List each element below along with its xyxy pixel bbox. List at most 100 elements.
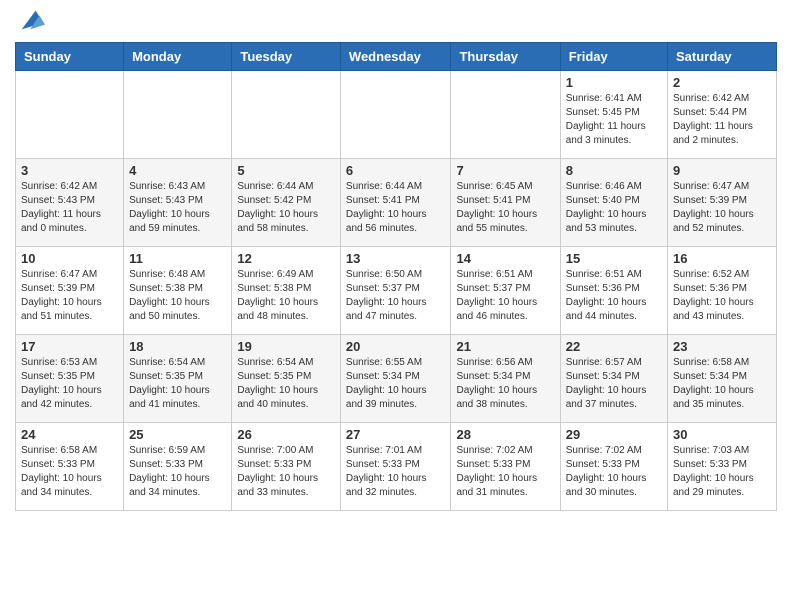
day-number: 13 (346, 251, 446, 266)
calendar-cell: 18 Sunrise: 6:54 AM Sunset: 5:35 PM Dayli… (124, 335, 232, 423)
calendar-cell: 9Sunrise: 6:47 AM Sunset: 5:39 PM Daylig… (668, 159, 777, 247)
day-number: 3 (21, 163, 118, 178)
calendar-cell: 11 Sunrise: 6:48 AM Sunset: 5:38 PM Dayli… (124, 247, 232, 335)
calendar-week-1: 1 Sunrise: 6:41 AM Sunset: 5:45 PM Daylig… (16, 71, 777, 159)
calendar-cell: 13 Sunrise: 6:50 AM Sunset: 5:37 PM Dayli… (340, 247, 451, 335)
calendar-cell: 17Sunrise: 6:53 AM Sunset: 5:35 PM Dayli… (16, 335, 124, 423)
day-number: 23 (673, 339, 771, 354)
day-number: 26 (237, 427, 335, 442)
day-number: 24 (21, 427, 118, 442)
calendar-cell: 19 Sunrise: 6:54 AM Sunset: 5:35 PM Dayli… (232, 335, 341, 423)
day-number: 4 (129, 163, 226, 178)
day-number: 20 (346, 339, 446, 354)
day-info: Sunrise: 7:02 AM Sunset: 5:33 PM Dayligh… (456, 444, 554, 500)
calendar-cell: 1 Sunrise: 6:41 AM Sunset: 5:45 PM Daylig… (560, 71, 667, 159)
calendar-header-tuesday: Tuesday (232, 43, 341, 71)
calendar-cell (340, 71, 451, 159)
header (15, 10, 777, 34)
calendar-cell: 25 Sunrise: 6:59 AM Sunset: 5:33 PM Dayli… (124, 423, 232, 511)
day-info: Sunrise: 6:50 AM Sunset: 5:37 PM Dayligh… (346, 268, 446, 324)
day-number: 25 (129, 427, 226, 442)
day-info: Sunrise: 7:00 AM Sunset: 5:33 PM Dayligh… (237, 444, 335, 500)
calendar-week-3: 10 Sunrise: 6:47 AM Sunset: 5:39 PM Dayli… (16, 247, 777, 335)
day-number: 8 (566, 163, 662, 178)
calendar-cell: 24 Sunrise: 6:58 AM Sunset: 5:33 PM Dayli… (16, 423, 124, 511)
day-info: Sunrise: 6:44 AM Sunset: 5:42 PM Dayligh… (237, 180, 335, 236)
day-number: 1 (566, 75, 662, 90)
calendar-cell: 4Sunrise: 6:43 AM Sunset: 5:43 PM Daylig… (124, 159, 232, 247)
day-number: 6 (346, 163, 446, 178)
day-info: Sunrise: 6:42 AM Sunset: 5:43 PM Dayligh… (21, 180, 118, 236)
day-info: Sunrise: 6:59 AM Sunset: 5:33 PM Dayligh… (129, 444, 226, 500)
day-info: Sunrise: 6:41 AM Sunset: 5:45 PM Dayligh… (566, 92, 662, 148)
calendar-cell: 14Sunrise: 6:51 AM Sunset: 5:37 PM Dayli… (451, 247, 560, 335)
calendar-week-2: 3 Sunrise: 6:42 AM Sunset: 5:43 PM Daylig… (16, 159, 777, 247)
day-number: 22 (566, 339, 662, 354)
calendar-cell: 28 Sunrise: 7:02 AM Sunset: 5:33 PM Dayli… (451, 423, 560, 511)
calendar-cell (124, 71, 232, 159)
calendar-cell: 7 Sunrise: 6:45 AM Sunset: 5:41 PM Daylig… (451, 159, 560, 247)
day-info: Sunrise: 6:49 AM Sunset: 5:38 PM Dayligh… (237, 268, 335, 324)
calendar-cell: 29Sunrise: 7:02 AM Sunset: 5:33 PM Dayli… (560, 423, 667, 511)
day-number: 11 (129, 251, 226, 266)
day-info: Sunrise: 6:54 AM Sunset: 5:35 PM Dayligh… (129, 356, 226, 412)
calendar-cell (451, 71, 560, 159)
calendar-cell: 15Sunrise: 6:51 AM Sunset: 5:36 PM Dayli… (560, 247, 667, 335)
calendar-cell: 8 Sunrise: 6:46 AM Sunset: 5:40 PM Daylig… (560, 159, 667, 247)
calendar-cell: 6 Sunrise: 6:44 AM Sunset: 5:41 PM Daylig… (340, 159, 451, 247)
day-number: 5 (237, 163, 335, 178)
day-number: 29 (566, 427, 662, 442)
day-info: Sunrise: 6:47 AM Sunset: 5:39 PM Dayligh… (21, 268, 118, 324)
calendar-cell: 5 Sunrise: 6:44 AM Sunset: 5:42 PM Daylig… (232, 159, 341, 247)
calendar-header-wednesday: Wednesday (340, 43, 451, 71)
day-number: 19 (237, 339, 335, 354)
day-number: 7 (456, 163, 554, 178)
day-info: Sunrise: 6:52 AM Sunset: 5:36 PM Dayligh… (673, 268, 771, 324)
calendar-header-friday: Friday (560, 43, 667, 71)
calendar-header-saturday: Saturday (668, 43, 777, 71)
day-info: Sunrise: 7:03 AM Sunset: 5:33 PM Dayligh… (673, 444, 771, 500)
day-number: 28 (456, 427, 554, 442)
day-number: 10 (21, 251, 118, 266)
calendar-cell: 21 Sunrise: 6:56 AM Sunset: 5:34 PM Dayli… (451, 335, 560, 423)
day-info: Sunrise: 6:44 AM Sunset: 5:41 PM Dayligh… (346, 180, 446, 236)
calendar-cell (232, 71, 341, 159)
calendar-week-5: 24 Sunrise: 6:58 AM Sunset: 5:33 PM Dayli… (16, 423, 777, 511)
day-info: Sunrise: 6:51 AM Sunset: 5:37 PM Dayligh… (456, 268, 554, 324)
calendar-header-row: SundayMondayTuesdayWednesdayThursdayFrid… (16, 43, 777, 71)
day-info: Sunrise: 6:55 AM Sunset: 5:34 PM Dayligh… (346, 356, 446, 412)
day-number: 9 (673, 163, 771, 178)
day-number: 27 (346, 427, 446, 442)
calendar-cell: 16 Sunrise: 6:52 AM Sunset: 5:36 PM Dayli… (668, 247, 777, 335)
day-number: 15 (566, 251, 662, 266)
calendar-cell: 22Sunrise: 6:57 AM Sunset: 5:34 PM Dayli… (560, 335, 667, 423)
logo-text (15, 10, 45, 34)
calendar-header-monday: Monday (124, 43, 232, 71)
calendar-cell: 2Sunrise: 6:42 AM Sunset: 5:44 PM Daylig… (668, 71, 777, 159)
calendar-week-4: 17Sunrise: 6:53 AM Sunset: 5:35 PM Dayli… (16, 335, 777, 423)
day-info: Sunrise: 6:53 AM Sunset: 5:35 PM Dayligh… (21, 356, 118, 412)
day-info: Sunrise: 6:58 AM Sunset: 5:33 PM Dayligh… (21, 444, 118, 500)
calendar-cell: 27Sunrise: 7:01 AM Sunset: 5:33 PM Dayli… (340, 423, 451, 511)
calendar-header-thursday: Thursday (451, 43, 560, 71)
logo-area (15, 10, 45, 34)
calendar-cell: 10 Sunrise: 6:47 AM Sunset: 5:39 PM Dayli… (16, 247, 124, 335)
calendar-header-sunday: Sunday (16, 43, 124, 71)
logo-icon (17, 6, 45, 34)
day-info: Sunrise: 6:58 AM Sunset: 5:34 PM Dayligh… (673, 356, 771, 412)
day-number: 18 (129, 339, 226, 354)
calendar-cell: 3 Sunrise: 6:42 AM Sunset: 5:43 PM Daylig… (16, 159, 124, 247)
page: SundayMondayTuesdayWednesdayThursdayFrid… (0, 0, 792, 526)
day-number: 16 (673, 251, 771, 266)
day-info: Sunrise: 6:48 AM Sunset: 5:38 PM Dayligh… (129, 268, 226, 324)
day-info: Sunrise: 6:46 AM Sunset: 5:40 PM Dayligh… (566, 180, 662, 236)
calendar-cell: 30 Sunrise: 7:03 AM Sunset: 5:33 PM Dayli… (668, 423, 777, 511)
day-info: Sunrise: 6:45 AM Sunset: 5:41 PM Dayligh… (456, 180, 554, 236)
day-number: 12 (237, 251, 335, 266)
calendar-cell: 12 Sunrise: 6:49 AM Sunset: 5:38 PM Dayli… (232, 247, 341, 335)
day-number: 21 (456, 339, 554, 354)
day-info: Sunrise: 6:54 AM Sunset: 5:35 PM Dayligh… (237, 356, 335, 412)
day-info: Sunrise: 6:56 AM Sunset: 5:34 PM Dayligh… (456, 356, 554, 412)
day-number: 30 (673, 427, 771, 442)
day-info: Sunrise: 6:42 AM Sunset: 5:44 PM Dayligh… (673, 92, 771, 148)
